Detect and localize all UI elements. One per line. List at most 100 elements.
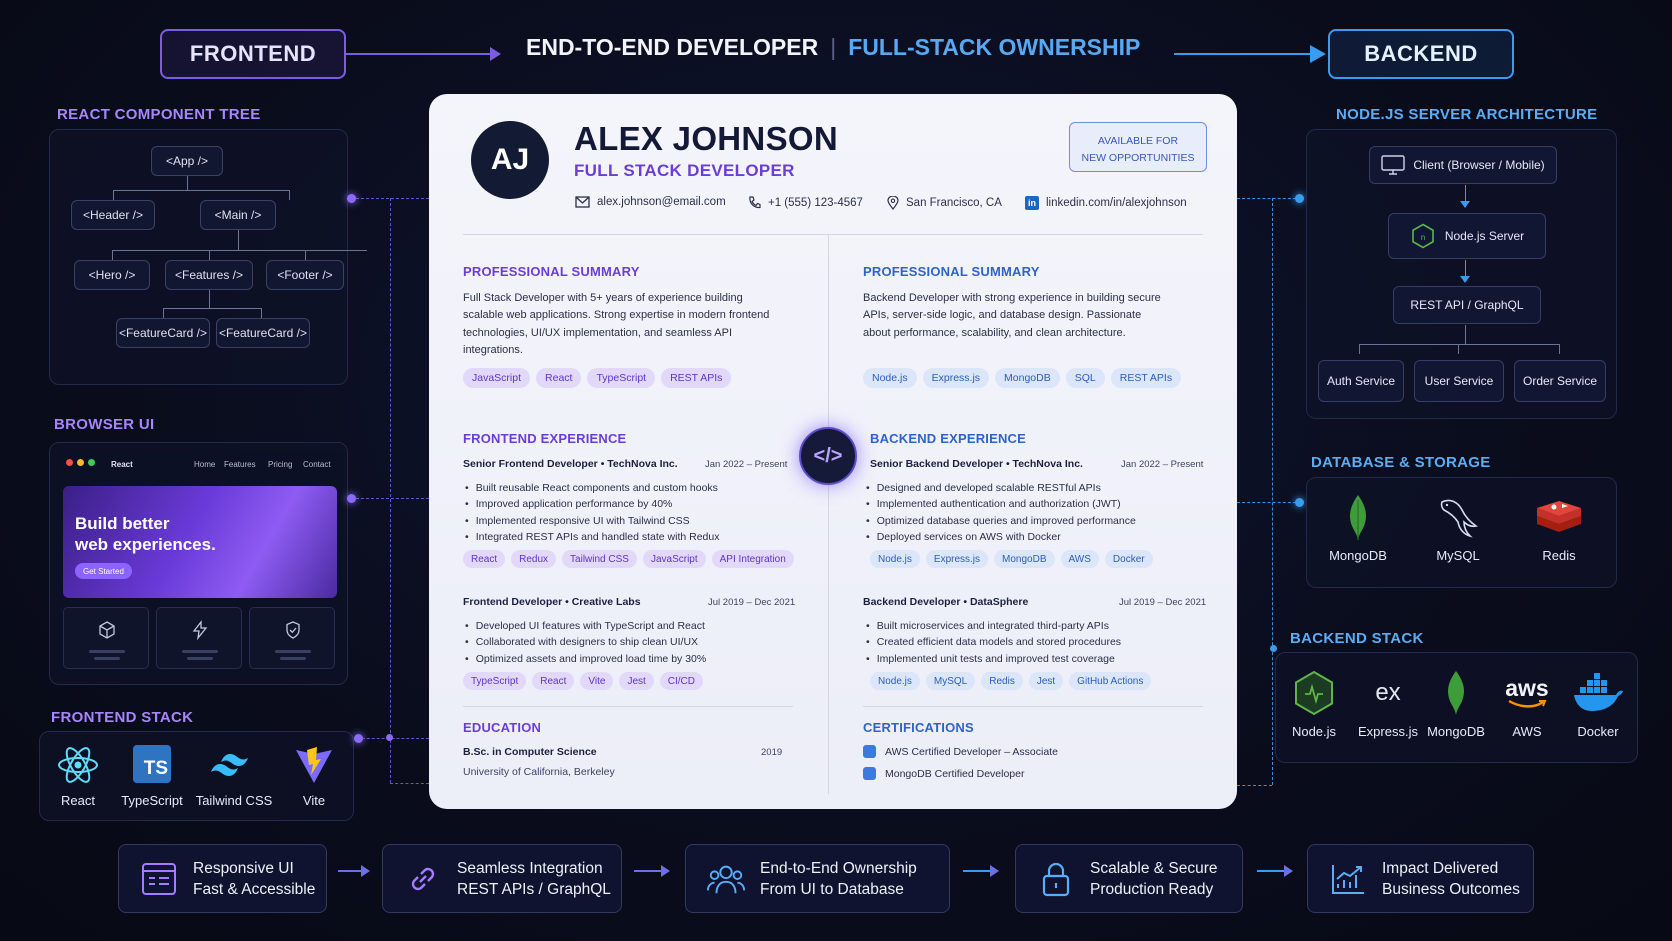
- typescript-icon: TS: [133, 745, 171, 783]
- svg-text:n: n: [1420, 233, 1425, 242]
- get-started-button[interactable]: Get Started: [75, 563, 132, 579]
- skill-tag: TypeScript: [463, 672, 527, 690]
- monitor-icon: [1381, 155, 1406, 175]
- top-arrow-right: [1174, 53, 1314, 55]
- tree-connector: [163, 308, 164, 318]
- skill-tag: Tailwind CSS: [562, 550, 637, 568]
- bullet: Implemented unit tests and improved test…: [866, 651, 1121, 667]
- cube-icon: [99, 621, 115, 639]
- be-summary-title: PROFESSIONAL SUMMARY: [863, 264, 1040, 279]
- fe-job-date: Jul 2019 – Dec 2021: [708, 597, 796, 608]
- bottom-title: Seamless Integration: [457, 859, 603, 877]
- stack-label: TypeScript: [121, 793, 183, 808]
- skill-tag: CI/CD: [659, 672, 704, 690]
- skill-tag: SQL: [1065, 368, 1105, 388]
- db-mysql: MySQL: [1423, 494, 1493, 563]
- skill-tag: Express.js: [922, 368, 990, 388]
- cert-item: MongoDB Certified Developer: [863, 767, 1024, 780]
- email-text: alex.johnson@email.com: [597, 196, 726, 208]
- headline-separator: |: [830, 34, 837, 60]
- minimize-dot-icon: [77, 459, 84, 466]
- contact-phone[interactable]: +1 (555) 123-4567: [748, 196, 863, 209]
- lock-icon: [1036, 859, 1076, 899]
- be-summary-tags: Node.js Express.js MongoDB SQL REST APIs: [863, 368, 1182, 388]
- cert-text: MongoDB Certified Developer: [885, 767, 1025, 780]
- be-job-title: Senior Backend Developer • TechNova Inc.: [870, 458, 1083, 470]
- mysql-dolphin-icon: [1440, 499, 1479, 538]
- nav-pricing[interactable]: Pricing: [268, 460, 292, 469]
- vite-icon: [286, 745, 342, 785]
- be-job-date: Jan 2022 – Present: [1121, 459, 1204, 470]
- skill-tag: Node.js: [870, 672, 920, 690]
- degree: B.Sc. in Computer Science: [463, 746, 597, 758]
- skill-tag: MongoDB: [995, 368, 1060, 388]
- availability-badge: AVAILABLE FOR NEW OPPORTUNITIES: [1069, 122, 1207, 172]
- stack-label: Express.js: [1358, 724, 1418, 739]
- availability-text: AVAILABLE FOR NEW OPPORTUNITIES: [1081, 135, 1195, 164]
- contact-linkedin[interactable]: in linkedin.com/in/alexjohnson: [1025, 196, 1187, 210]
- bullet: Collaborated with designers to ship clea…: [465, 634, 706, 650]
- browser-ui-title: BROWSER UI: [54, 416, 155, 433]
- arrowhead-down: [1460, 276, 1470, 283]
- divider: [463, 234, 1203, 235]
- fe-job-date: Jan 2022 – Present: [705, 459, 788, 470]
- tree-connector: [305, 250, 306, 260]
- be-summary-text: Backend Developer with strong experience…: [863, 292, 1161, 339]
- tree-node-featurecard: <FeatureCard />: [116, 318, 210, 348]
- mongodb-leaf-icon: [1426, 670, 1486, 716]
- skill-tag: REST APIs: [661, 368, 732, 388]
- bottom-title: Responsive UI: [193, 859, 294, 877]
- nav-home[interactable]: Home: [194, 460, 215, 469]
- connector-line: [1237, 502, 1301, 503]
- db-label: MySQL: [1436, 548, 1480, 563]
- flow-arrow: [634, 865, 670, 877]
- center-divider: [828, 234, 829, 794]
- skill-tag: Docker: [1104, 550, 1153, 568]
- fe-experience-title: FRONTEND EXPERIENCE: [463, 431, 627, 446]
- feature-card: [63, 607, 149, 669]
- skill-tag: REST APIs: [1110, 368, 1182, 388]
- db-redis: Redis: [1524, 494, 1594, 563]
- browser-brand: React: [111, 460, 133, 469]
- fe-job-tags: TypeScript React Vite Jest CI/CD: [463, 672, 704, 690]
- react-tree-panel: <App /> <Header /> <Main /> <Hero /> <Fe…: [49, 129, 367, 385]
- stack-react: React: [48, 745, 108, 808]
- bottom-card-ownership: End-to-End Ownership From UI to Database: [685, 844, 950, 913]
- nav-features[interactable]: Features: [224, 460, 256, 469]
- fe-job-tags: React Redux Tailwind CSS JavaScript API …: [463, 550, 794, 568]
- contact-email[interactable]: alex.johnson@email.com: [575, 196, 726, 208]
- divider: [863, 706, 1203, 707]
- fe-job-title: Senior Frontend Developer • TechNova Inc…: [463, 458, 678, 470]
- tree-connector: [209, 290, 210, 308]
- canvas: { "header": { "frontend_label": "FRONTEN…: [0, 0, 1672, 941]
- card-bar: [275, 650, 311, 653]
- maximize-dot-icon: [88, 459, 95, 466]
- bullet: Integrated REST APIs and handled state w…: [465, 529, 720, 545]
- flow-arrow: [338, 865, 370, 877]
- client-node: Client (Browser / Mobile): [1369, 146, 1557, 184]
- tree-node-featurecard: <FeatureCard />: [216, 318, 310, 348]
- tree-connector: [1359, 344, 1560, 345]
- bullet: Built reusable React components and cust…: [465, 480, 719, 496]
- connector-dot: [347, 194, 356, 203]
- tree-connector: [112, 250, 113, 260]
- tree-node-main: <Main />: [200, 200, 276, 230]
- skill-tag: Jest: [619, 672, 654, 690]
- bottom-title: Impact Delivered: [1382, 859, 1499, 877]
- bullet: Developed UI features with TypeScript an…: [465, 618, 706, 634]
- express-icon: ex: [1375, 679, 1401, 706]
- avatar: AJ: [471, 121, 549, 199]
- skill-tag: Vite: [580, 672, 614, 690]
- contact-location: San Francisco, CA: [887, 196, 1002, 210]
- stack-label: MongoDB: [1427, 724, 1485, 739]
- graduation-year: 2019: [761, 747, 783, 758]
- be-job-bullets: Built microservices and integrated third…: [866, 618, 1121, 667]
- tree-node-header: <Header />: [71, 200, 155, 230]
- phone-icon: [749, 196, 761, 209]
- tree-connector: [209, 250, 210, 260]
- bullet: Deployed services on AWS with Docker: [866, 529, 1136, 545]
- db-label: Redis: [1542, 548, 1576, 563]
- nav-contact[interactable]: Contact: [303, 460, 331, 469]
- skill-tag: React: [532, 672, 575, 690]
- resume-name: ALEX JOHNSON: [574, 120, 838, 157]
